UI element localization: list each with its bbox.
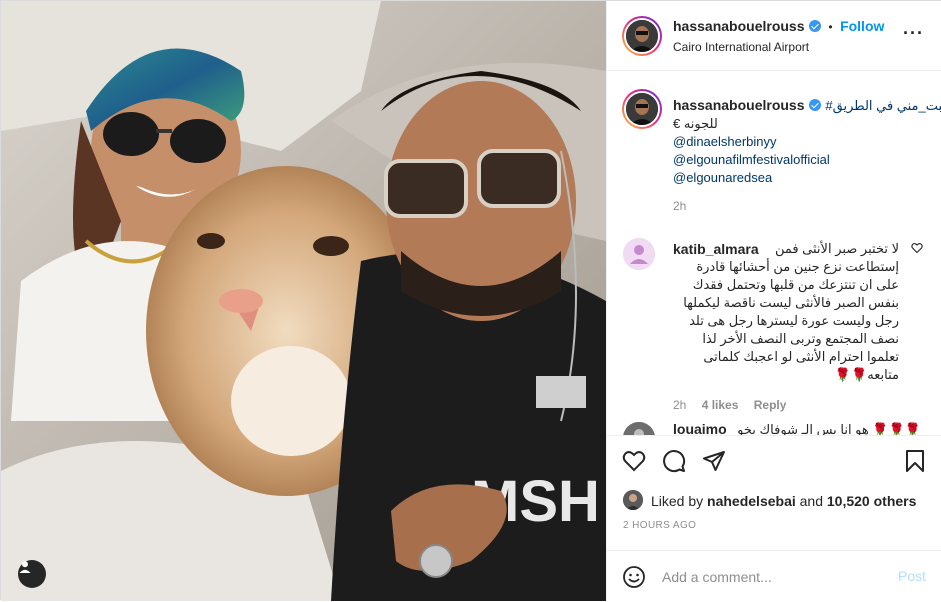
verified-badge-icon xyxy=(808,99,821,111)
avatar-image xyxy=(623,238,655,270)
commenter-avatar[interactable] xyxy=(623,238,655,270)
heart-icon xyxy=(622,451,646,472)
emoji-button[interactable] xyxy=(620,563,648,591)
post-comment-button[interactable]: Post xyxy=(898,568,926,584)
likes-summary: Liked by nahedelsebai and 10,520 others xyxy=(651,493,916,509)
post-sidebar: hassanabouelrouss • Follow Cairo Interna… xyxy=(606,1,941,601)
comment-bubble-icon xyxy=(663,450,686,473)
avatar-image xyxy=(623,490,643,510)
liked-by-prefix: Liked by xyxy=(651,493,704,509)
comment-button[interactable] xyxy=(660,447,688,475)
verified-badge-icon xyxy=(808,20,821,32)
liked-by-avatar[interactable] xyxy=(623,490,643,510)
bookmark-icon xyxy=(906,450,924,472)
author-avatar[interactable] xyxy=(622,16,662,56)
caption-hashtag[interactable]: #قلبت_مني في الطريق xyxy=(825,98,941,113)
caption-mention-1[interactable]: @dinaelsherbinyy xyxy=(673,133,928,151)
user-icon xyxy=(19,561,31,573)
comment-meta: 2h 4 likes Reply xyxy=(673,398,899,412)
comment-time[interactable]: 2h xyxy=(673,398,686,412)
follow-button[interactable]: Follow xyxy=(840,18,884,34)
caption-body: hassanabouelrouss #قلبت_مني في الطريق لل… xyxy=(673,97,941,213)
caption-text-line2: للجونه € xyxy=(673,116,718,131)
like-button[interactable] xyxy=(620,447,648,475)
avatar-image xyxy=(626,20,658,52)
comment-text: لا تختبر صبر الأنثى فمن إستطاعت نزع جنين… xyxy=(683,241,899,382)
save-button[interactable] xyxy=(901,447,929,475)
emoji-icon xyxy=(623,566,645,588)
commenter-username[interactable]: katib_almara xyxy=(673,240,759,258)
caption-mention-2[interactable]: @elgounafilmfestivalofficial xyxy=(673,151,928,169)
header-info: hassanabouelrouss • Follow xyxy=(673,18,884,36)
paper-plane-icon xyxy=(703,451,725,471)
post-actions: Liked by nahedelsebai and 10,520 others … xyxy=(607,435,941,601)
post-timestamp[interactable]: 2 HOURS AGO xyxy=(623,520,696,531)
post-header: hassanabouelrouss • Follow Cairo Interna… xyxy=(607,1,941,71)
comment-body: louaimo هو انا بس الـ شوفاك يخو 🌹🌹🌹 xyxy=(673,421,921,435)
comments-list: hassanabouelrouss #قلبت_مني في الطريق لل… xyxy=(607,72,941,435)
comment-like-icon[interactable] xyxy=(909,240,925,256)
liked-by-others[interactable]: 10,520 others xyxy=(827,493,917,509)
share-button[interactable] xyxy=(700,447,728,475)
commenter-avatar[interactable] xyxy=(623,422,655,435)
author-username[interactable]: hassanabouelrouss xyxy=(673,18,805,34)
comment-text-wrap: katib_almara لا تختبر صبر الأنثى فمن إست… xyxy=(673,240,899,384)
photo-illustration: MSH xyxy=(1,1,606,601)
post-modal: MSH hassanabouelrouss • Follow Cairo Int… xyxy=(0,0,941,601)
avatar-image xyxy=(626,93,658,125)
more-options-icon[interactable]: ··· xyxy=(903,24,924,42)
reply-button[interactable]: Reply xyxy=(754,398,787,412)
caption-username[interactable]: hassanabouelrouss xyxy=(673,97,805,113)
avatar-image xyxy=(623,422,655,435)
caption-time[interactable]: 2h xyxy=(673,199,928,213)
heart-outline-icon xyxy=(911,242,923,254)
caption-avatar[interactable] xyxy=(622,89,662,129)
liked-by-user[interactable]: nahedelsebai xyxy=(707,493,796,509)
commenter-username[interactable]: louaimo xyxy=(673,421,727,435)
tagged-users-button[interactable] xyxy=(18,560,46,588)
follow-separator: • xyxy=(828,20,833,34)
comment-text: هو انا بس الـ شوفاك يخو 🌹🌹🌹 xyxy=(737,422,921,435)
post-location[interactable]: Cairo International Airport xyxy=(673,40,809,54)
add-comment-bar: Post xyxy=(607,550,941,602)
liked-by-and: and xyxy=(799,493,823,509)
comment-input[interactable] xyxy=(662,567,882,587)
comment-likes[interactable]: 4 likes xyxy=(702,398,739,412)
post-photo[interactable]: MSH xyxy=(1,1,606,601)
caption-mention-3[interactable]: @elgounaredsea xyxy=(673,169,928,187)
comment-body: katib_almara لا تختبر صبر الأنثى فمن إست… xyxy=(673,240,899,412)
